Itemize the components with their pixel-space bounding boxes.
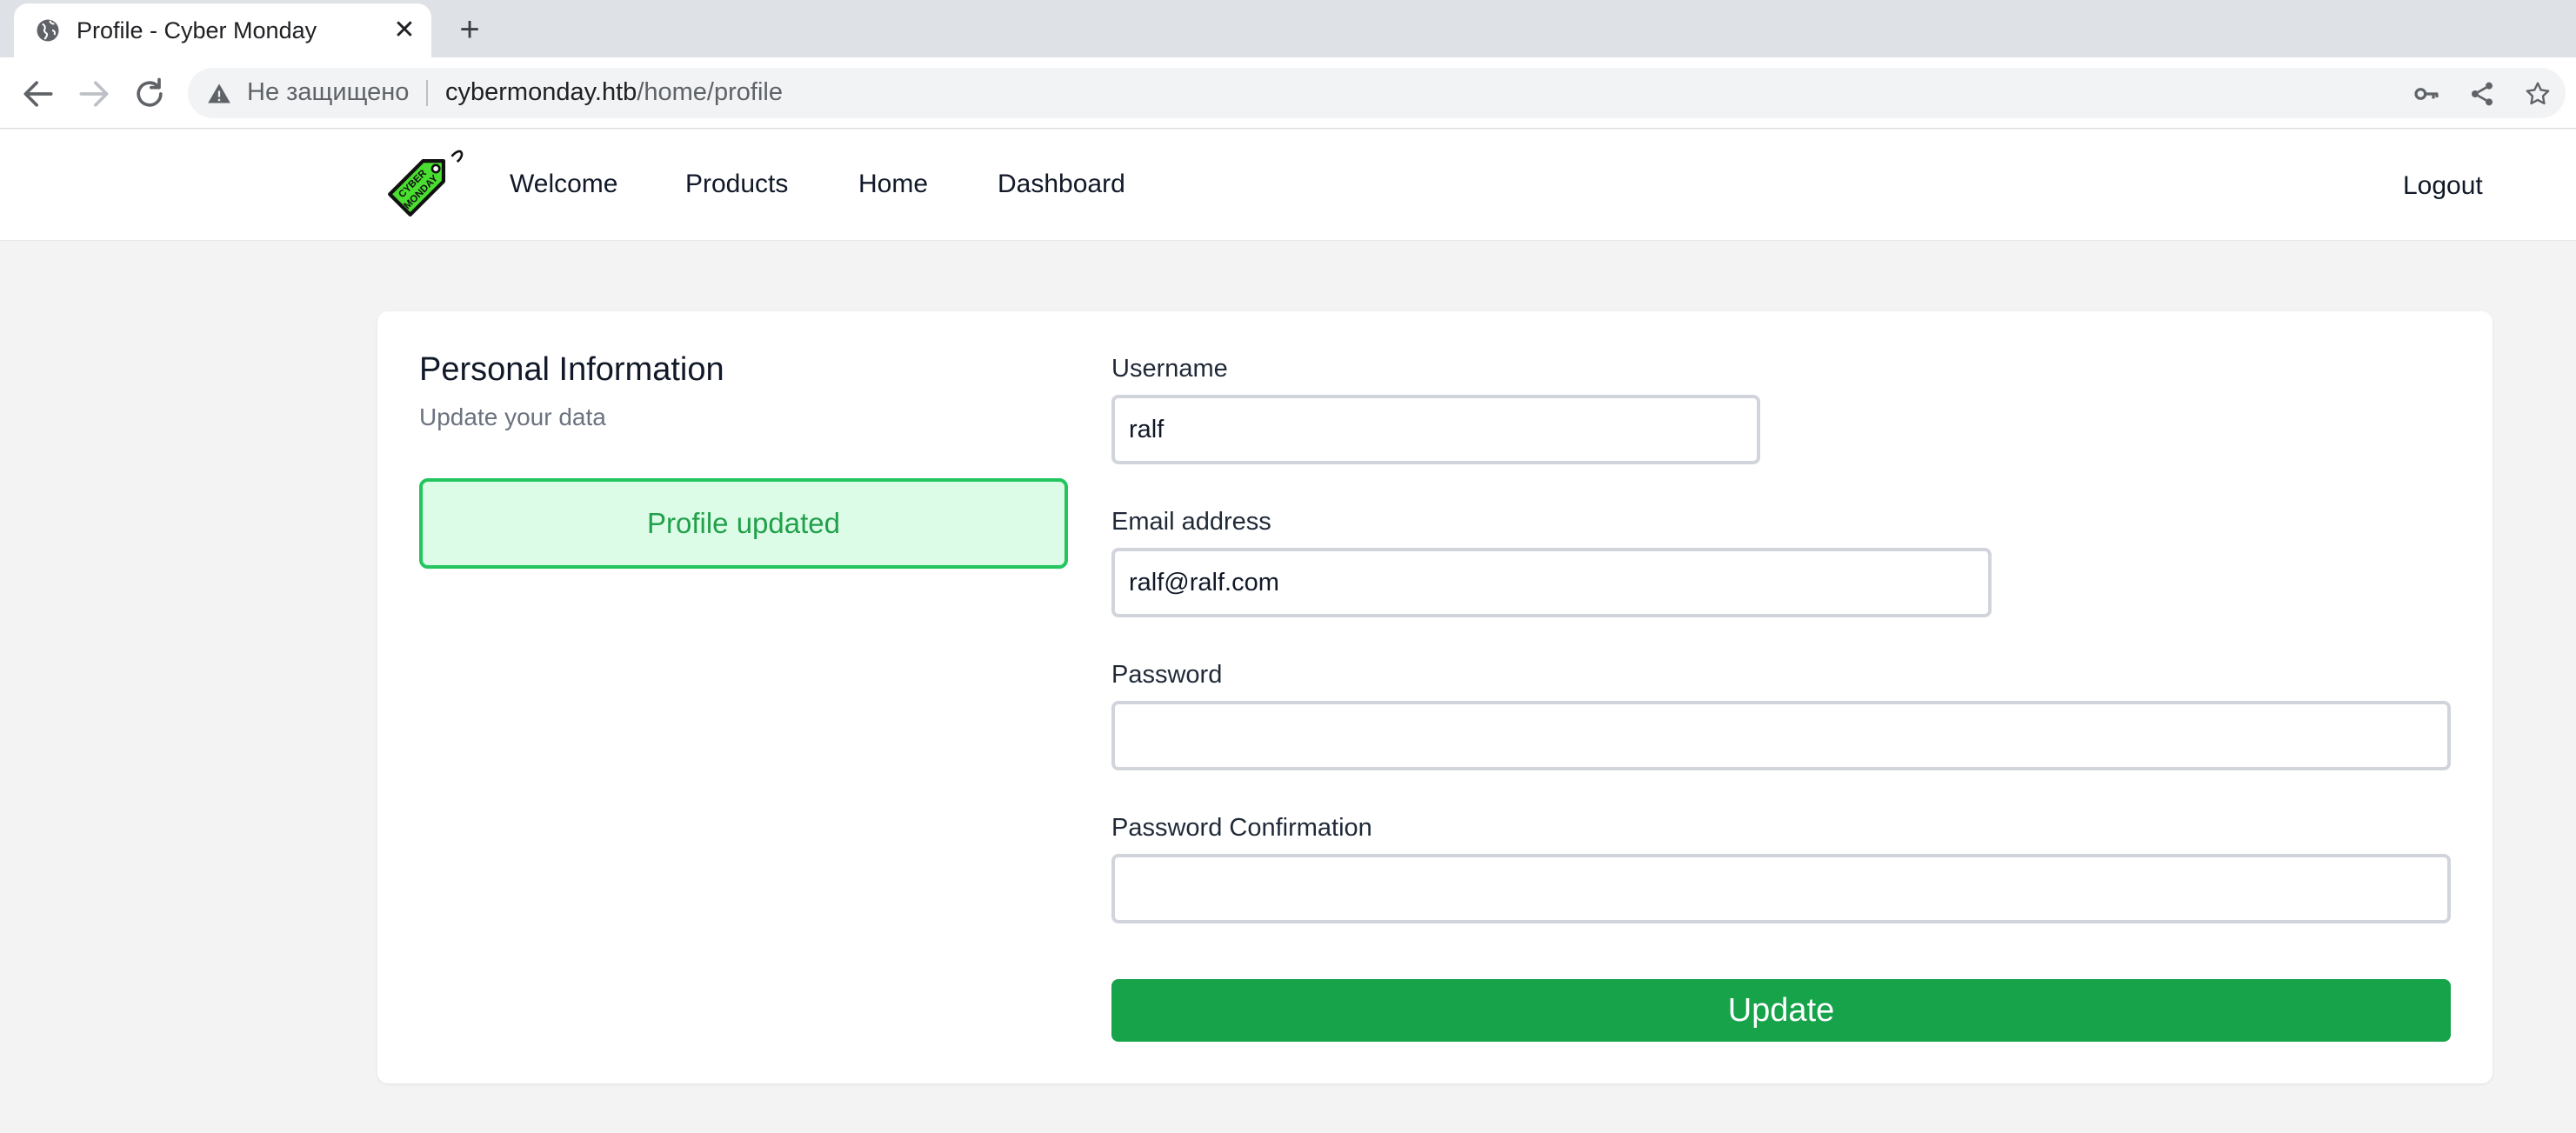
username-input[interactable] (1111, 395, 1760, 464)
url-text[interactable]: cybermonday.htb/home/profile (445, 78, 783, 107)
bookmark-star-icon[interactable] (2524, 80, 2552, 108)
cyber-monday-logo[interactable]: CYBER MONDAY (374, 138, 464, 229)
globe-icon (37, 19, 59, 42)
security-label[interactable]: Не защищено (247, 78, 409, 107)
profile-card: Personal Information Update your data Pr… (377, 311, 2493, 1083)
tab-title: Profile - Cyber Monday (77, 17, 317, 43)
nav-home[interactable]: Home (858, 170, 928, 199)
warning-icon[interactable] (207, 82, 231, 106)
browser-tabstrip: Profile - Cyber Monday ✕ + (0, 0, 2576, 57)
update-button[interactable]: Update (1111, 979, 2451, 1042)
email-input[interactable] (1111, 548, 1992, 617)
nav-products[interactable]: Products (685, 170, 788, 199)
browser-tab[interactable]: Profile - Cyber Monday ✕ (14, 3, 431, 57)
browser-toolbar: Не защищено cybermonday.htb/home/profile (0, 57, 2576, 129)
url-host: cybermonday.htb (445, 78, 637, 106)
new-tab-icon[interactable]: + (452, 12, 487, 47)
password-label: Password (1111, 661, 1223, 689)
site-header: CYBER MONDAY Welcome Products Home Dashb… (0, 130, 2576, 241)
forward-arrow-icon[interactable] (75, 75, 113, 113)
address-divider (426, 80, 428, 106)
nav-welcome[interactable]: Welcome (510, 170, 617, 199)
address-bar[interactable]: Не защищено cybermonday.htb/home/profile (188, 68, 2566, 118)
password-input[interactable] (1111, 701, 2451, 770)
nav-dashboard[interactable]: Dashboard (998, 170, 1125, 199)
reload-icon[interactable] (130, 75, 169, 113)
username-label: Username (1111, 355, 1228, 383)
back-arrow-icon[interactable] (19, 75, 57, 113)
password-confirmation-label: Password Confirmation (1111, 814, 1372, 842)
share-icon[interactable] (2468, 80, 2496, 108)
password-confirmation-input[interactable] (1111, 854, 2451, 923)
section-title: Personal Information (419, 351, 724, 388)
logout-link[interactable]: Logout (2403, 171, 2483, 201)
email-label: Email address (1111, 508, 1271, 536)
close-tab-icon[interactable]: ✕ (390, 16, 419, 45)
key-icon[interactable] (2412, 80, 2440, 108)
url-path: /home/profile (637, 78, 783, 106)
success-alert: Profile updated (419, 478, 1068, 569)
section-subtitle: Update your data (419, 403, 606, 430)
